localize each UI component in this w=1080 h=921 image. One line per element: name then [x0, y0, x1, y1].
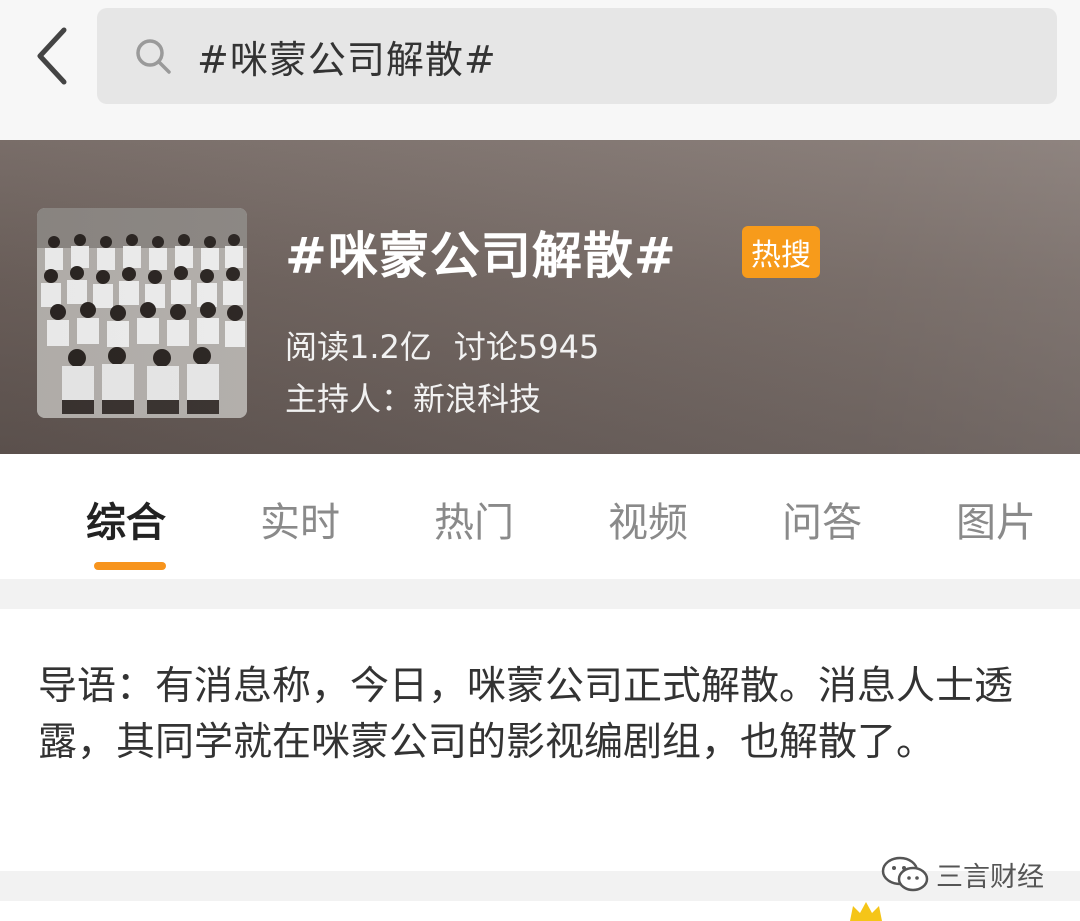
- read-count: 阅读1.2亿: [285, 328, 432, 366]
- search-icon: [131, 34, 175, 78]
- tab-video[interactable]: 视频: [608, 490, 688, 548]
- section-divider: [0, 579, 1080, 609]
- tab-bar: 综合 实时 热门 视频 问答 图片: [0, 454, 1080, 579]
- back-arrow-icon: [37, 27, 67, 84]
- topic-host[interactable]: 主持人：新浪科技: [285, 374, 541, 420]
- tab-images[interactable]: 图片: [956, 490, 1036, 548]
- topic-lead-card: 导语：有消息称，今日，咪蒙公司正式解散。消息人士透露，其同学就在咪蒙公司的影视编…: [0, 609, 1080, 871]
- wechat-icon: [881, 856, 929, 892]
- tab-comprehensive[interactable]: 综合: [86, 490, 166, 548]
- topic-cover-image[interactable]: [37, 208, 247, 418]
- tab-qa[interactable]: 问答: [782, 490, 862, 548]
- next-card-top: [0, 901, 1080, 921]
- topic-stats: 阅读1.2亿 讨论5945: [285, 322, 599, 368]
- watermark-text: 三言财经: [936, 861, 1044, 893]
- tab-realtime[interactable]: 实时: [260, 490, 340, 548]
- discussion-count: 讨论5945: [453, 328, 600, 366]
- topic-header: #咪蒙公司解散# 热搜 阅读1.2亿 讨论5945 主持人：新浪科技: [0, 140, 1080, 454]
- crown-icon: [850, 902, 882, 921]
- active-tab-indicator: [94, 562, 166, 570]
- source-watermark: 三言财经: [880, 854, 1044, 894]
- top-bar: #咪蒙公司解散#: [0, 0, 1080, 140]
- tab-hot[interactable]: 热门: [434, 490, 514, 548]
- topic-lead-text: 导语：有消息称，今日，咪蒙公司正式解散。消息人士透露，其同学就在咪蒙公司的影视编…: [38, 664, 1014, 765]
- back-button[interactable]: [22, 18, 82, 93]
- search-query: #咪蒙公司解散#: [197, 37, 497, 82]
- search-input[interactable]: #咪蒙公司解散#: [97, 8, 1057, 104]
- topic-title: #咪蒙公司解散#: [285, 227, 677, 285]
- hot-search-badge: 热搜: [742, 226, 820, 278]
